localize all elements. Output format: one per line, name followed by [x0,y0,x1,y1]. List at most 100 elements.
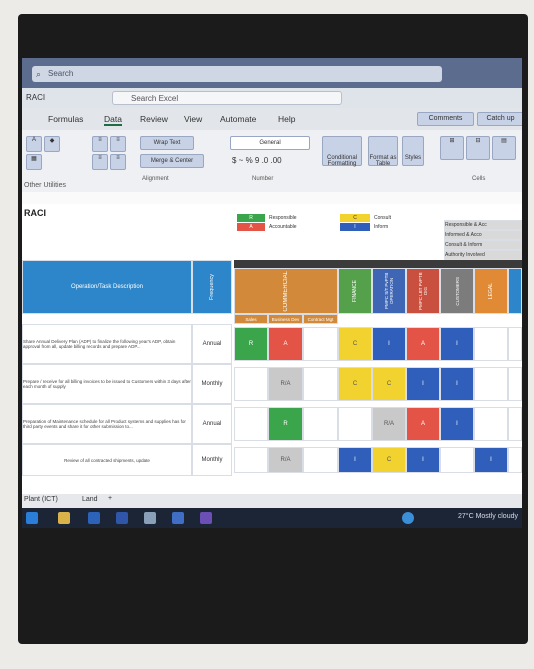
cells-group-label: Cells [472,176,486,182]
legend-r-swatch: R [237,214,265,222]
legend-a-text: Accountable [269,224,297,230]
raci-cell-r1-c0[interactable] [234,367,268,401]
raci-cell-r3-c6[interactable] [440,447,474,473]
tab-view[interactable]: View [184,114,202,124]
format-cells-icon[interactable]: ▤ [492,136,516,160]
raci-cell-r0-c4[interactable]: I [372,327,406,361]
raci-cell-r2-c4[interactable]: R/A [372,407,406,441]
sheet-tab-plant[interactable]: Plant (ICT) [24,496,58,503]
legend-c-swatch: C [340,214,370,222]
raci-cell-r0-c0[interactable]: R [234,327,268,361]
title-bar: ⌕ Search [22,58,522,88]
number-format-select[interactable]: General [230,136,310,150]
tab-formulas[interactable]: Formulas [48,114,83,124]
raci-cell-r1-c7[interactable] [474,367,508,401]
raci-cell-r3-c0[interactable] [234,447,268,473]
sheet-tab-bar: Plant (ICT) Land + [22,494,522,508]
delete-cells-icon[interactable]: ⊟ [466,136,490,160]
header-operation: PMPC S/T PvPTB OPERATION [372,268,406,314]
raci-cell-r2-c2[interactable] [303,407,338,441]
excel-search-box[interactable]: Search Excel [112,91,342,105]
raci-cell-r1-c5[interactable]: I [406,367,440,401]
row-3-description[interactable]: Review of all contracted shipments, upda… [22,444,192,476]
tab-automate[interactable]: Automate [220,114,256,124]
fill-color-icon[interactable]: ◆ [44,136,60,152]
comments-button[interactable]: Comments [417,112,474,126]
raci-cell-r2-c0[interactable] [234,407,268,441]
raci-cell-r2-c8[interactable] [508,407,522,441]
align-top-icon[interactable]: ≡ [92,136,108,152]
file-explorer-icon[interactable] [58,512,70,524]
row-1-description[interactable]: Prepare / receive for all billing invoic… [22,364,192,404]
global-search-box[interactable]: ⌕ Search [32,66,442,82]
conditional-formatting-button[interactable]: Conditional Formatting [322,136,362,167]
app-icon[interactable] [144,512,156,524]
raci-cell-r0-c3[interactable]: C [338,327,372,361]
raci-cell-r3-c3[interactable]: I [338,447,372,473]
raci-cell-r2-c7[interactable] [474,407,508,441]
raci-cell-r1-c3[interactable]: C [338,367,372,401]
word-icon[interactable] [116,512,128,524]
tab-review[interactable]: Review [140,114,168,124]
header-commercial-text: COMMERCIAL [283,270,289,312]
number-format-icons[interactable]: $ ~ % 9 .0 .00 [232,156,282,165]
raci-cell-r3-c7[interactable]: I [474,447,508,473]
sheet-title: RACI [24,208,46,218]
raci-cell-r1-c6[interactable]: I [440,367,474,401]
header-dig: PMPC LBT PvPTB DIG [406,268,440,314]
borders-icon[interactable]: ▦ [26,154,42,170]
ribbon-tabs: Formulas Data Review View Automate Help … [22,108,522,130]
raci-cell-r0-c5[interactable]: A [406,327,440,361]
align-middle-icon[interactable]: ≡ [110,136,126,152]
raci-cell-r2-c3[interactable] [338,407,372,441]
worksheet-grid: RACI R Responsible A Accountable C Consu… [22,204,522,494]
row-3-frequency[interactable]: Monthly [192,444,232,476]
insert-cells-icon[interactable]: ⊞ [440,136,464,160]
row-0-description[interactable]: Share Annual Delivery Plan (ADP) to fina… [22,324,192,364]
raci-cell-r1-c2[interactable] [303,367,338,401]
catch-up-button[interactable]: Catch up [477,112,522,126]
cell-styles-button[interactable]: Styles [402,136,424,166]
legend-i-swatch: I [340,223,370,231]
tab-data[interactable]: Data [104,114,122,126]
browser-icon[interactable] [172,512,184,524]
outlook-icon[interactable] [88,512,100,524]
raci-cell-r2-c6[interactable]: I [440,407,474,441]
font-color-icon[interactable]: A [26,136,42,152]
raci-cell-r3-c8[interactable] [508,447,522,473]
raci-cell-r1-c8[interactable] [508,367,522,401]
raci-cell-r3-c2[interactable] [303,447,338,473]
sheet-tab-land[interactable]: Land [82,496,98,503]
raci-cell-r2-c1[interactable]: R [268,407,303,441]
raci-cell-r1-c4[interactable]: C [372,367,406,401]
row-1-frequency[interactable]: Monthly [192,364,232,404]
weather-status[interactable]: 27°C Mostly cloudy [458,513,518,520]
raci-cell-r3-c1[interactable]: R/A [268,447,303,473]
header-finance: FINANCE [338,268,372,314]
raci-cell-r0-c2[interactable] [303,327,338,361]
widgets-icon[interactable] [402,512,414,524]
raci-cell-r0-c1[interactable]: A [268,327,303,361]
wrap-text-button[interactable]: Wrap Text [140,136,194,150]
align-left-icon[interactable]: ≡ [92,154,108,170]
file-title: RACI [26,93,46,102]
raci-cell-r1-c1[interactable]: R/A [268,367,303,401]
raci-cell-r3-c4[interactable]: C [372,447,406,473]
row-2-frequency[interactable]: Annual [192,404,232,444]
raci-cell-r0-c6[interactable]: I [440,327,474,361]
format-as-table-button[interactable]: Format as Table [368,136,398,167]
raci-cell-r0-c7[interactable] [474,327,508,361]
row-2-description[interactable]: Preparation of Maintenance schedule for … [22,404,192,444]
raci-cell-r3-c5[interactable]: I [406,447,440,473]
teams-icon[interactable] [200,512,212,524]
raci-cell-r0-c8[interactable] [508,327,522,361]
start-icon[interactable] [26,512,38,524]
row-0-frequency[interactable]: Annual [192,324,232,364]
align-center-icon[interactable]: ≡ [110,154,126,170]
raci-cell-r2-c5[interactable]: A [406,407,440,441]
merge-center-button[interactable]: Merge & Center [140,154,204,168]
header-finance-text: FINANCE [352,280,358,302]
legend-a-swatch: A [237,223,265,231]
tab-help[interactable]: Help [278,114,295,124]
add-sheet-icon[interactable]: + [108,495,112,502]
